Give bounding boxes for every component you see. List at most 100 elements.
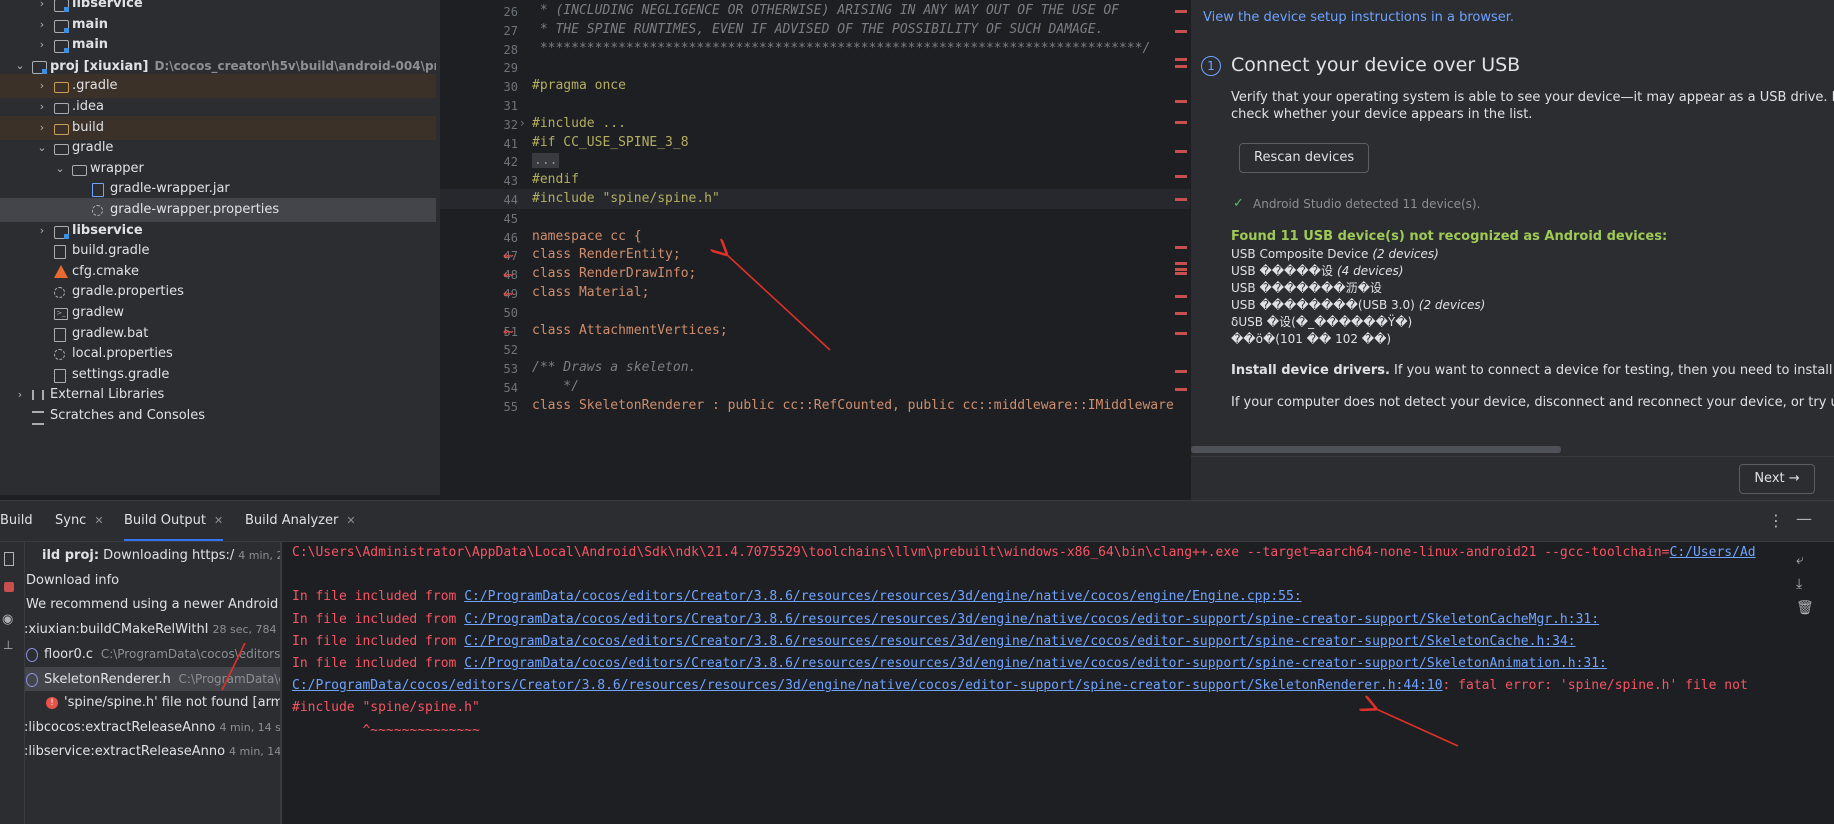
close-icon[interactable]: ✕ [346, 514, 355, 527]
more-options-icon[interactable]: ⋮ [1768, 511, 1784, 530]
minimize-icon[interactable]: — [1796, 509, 1812, 528]
error-stripe-mark[interactable] [1175, 312, 1187, 315]
pin-icon[interactable]: ⊥ [3, 638, 13, 652]
properties-file-icon [54, 349, 65, 361]
clear-trash-icon[interactable]: 🗑 [1796, 600, 1814, 616]
tree-item[interactable]: Scratches and Consoles [0, 404, 436, 428]
navigate-icon[interactable]: ⇜ [503, 287, 514, 302]
code-text: class SkeletonRenderer : public cc::RefC… [532, 397, 1174, 413]
code-editor[interactable]: 26 * (INCLUDING NEGLIGENCE OR OTHERWISE)… [440, 0, 1190, 495]
navigate-icon[interactable]: ⇜ [503, 268, 514, 283]
code-line[interactable]: class RenderDrawInfo; [532, 266, 696, 281]
horizontal-scrollbar[interactable] [1191, 446, 1561, 453]
close-icon[interactable]: ✕ [214, 514, 223, 527]
console-link[interactable]: C:/ProgramData/cocos/editors/Creator/3.8… [464, 589, 1301, 604]
module-folder-icon [32, 60, 47, 74]
error-stripe-mark[interactable] [1175, 30, 1187, 33]
error-stripe-mark[interactable] [1175, 268, 1187, 271]
build-tree-detail: C:\ProgramData\cocos\editors\ [97, 647, 280, 661]
code-line[interactable]: */ [532, 379, 579, 394]
tree-item-name: Scratches and Consoles [50, 408, 206, 423]
code-line[interactable]: class Material; [532, 285, 649, 300]
close-icon[interactable]: ✕ [94, 514, 103, 527]
build-tree-item[interactable]: :libservice:extractReleaseAnno 4 min, 14 … [0, 740, 280, 764]
error-stripe-mark[interactable] [1175, 272, 1187, 275]
stop-icon[interactable] [4, 582, 14, 592]
console-link[interactable]: C:/ProgramData/cocos/editors/Creator/3.8… [464, 656, 1607, 671]
error-stripe-mark[interactable] [1175, 198, 1187, 201]
build-tree-name: ild proj: [42, 548, 100, 563]
build-tree-duration: 28 sec, 784 ms [212, 622, 280, 636]
terminal-file-icon: >_ [54, 308, 68, 320]
build-tree-item[interactable]: :xiuxian:buildCMakeRelWithI28 sec, 784 m… [0, 618, 280, 642]
code-line[interactable]: #endif [532, 172, 579, 187]
error-stripe-mark[interactable] [1175, 295, 1187, 298]
eye-icon[interactable]: ◉ [2, 612, 13, 627]
code-line[interactable]: * (INCLUDING NEGLIGENCE OR OTHERWISE) AR… [532, 3, 1119, 18]
error-stripe-mark[interactable] [1175, 388, 1187, 391]
console-link[interactable]: C:/ProgramData/cocos/editors/Creator/3.8… [464, 612, 1599, 627]
code-line[interactable]: ****************************************… [532, 41, 1151, 56]
error-stripe-mark[interactable] [1175, 65, 1187, 68]
build-console[interactable]: C:\Users\Administrator\AppData\Local\And… [282, 542, 1780, 824]
device-count: (2 devices) [1418, 298, 1486, 312]
console-link[interactable]: C:/ProgramData/cocos/editors/Creator/3.8… [464, 634, 1575, 649]
code-text: * THE SPINE RUNTIMES, EVEN IF ADVISED OF… [532, 21, 1104, 37]
properties-file-icon [92, 205, 103, 216]
error-stripe-mark[interactable] [1175, 246, 1187, 249]
build-tree-label: :libservice:extractReleaseAnno 4 min, 14 … [24, 740, 280, 764]
error-stripe-mark[interactable] [1175, 58, 1187, 61]
error-stripe-mark[interactable] [1175, 175, 1187, 178]
code-line[interactable]: #pragma once [532, 78, 626, 93]
build-tree-item[interactable]: ild proj: Downloading https:/4 min, 20 s… [0, 544, 280, 568]
device-setup-instructions-link[interactable]: View the device setup instructions in a … [1203, 10, 1514, 25]
restart-icon[interactable] [4, 552, 14, 566]
scroll-to-end-icon[interactable]: ⤓ [1796, 576, 1802, 592]
code-line[interactable]: #include ... [532, 116, 626, 131]
error-stripe-mark[interactable] [1175, 121, 1187, 124]
error-stripe-mark[interactable] [1175, 332, 1187, 335]
console-link[interactable]: C:/ProgramData/cocos/editors/Creator/3.8… [292, 678, 1443, 693]
code-line[interactable]: class AttachmentVertices; [532, 323, 728, 338]
build-tree-item[interactable]: ! 'spine/spine.h' file not found [arm64- [0, 691, 280, 715]
code-line[interactable]: #if CC_USE_SPINE_3_8 [532, 135, 689, 150]
console-line: In file included from C:/ProgramData/coc… [292, 634, 1576, 649]
error-stripe-mark[interactable] [1175, 100, 1187, 103]
code-line[interactable]: namespace cc { [532, 229, 642, 244]
code-line[interactable]: * THE SPINE RUNTIMES, EVEN IF ADVISED OF… [532, 21, 1104, 37]
code-line[interactable]: class SkeletonRenderer : public cc::RefC… [532, 398, 1174, 413]
console-line: In file included from C:/ProgramData/coc… [292, 656, 1607, 671]
line-number: 32 [503, 117, 518, 132]
module-folder-icon [54, 225, 69, 239]
tab-build-analyzer[interactable]: Build Analyzer ✕ [245, 501, 356, 541]
soft-wrap-icon[interactable]: ⤶ [1796, 552, 1804, 568]
build-tree-item[interactable]: We recommend using a newer Android Gra [0, 593, 280, 617]
tab-sync[interactable]: Sync ✕ [55, 501, 104, 541]
tree-item-name: libservice [72, 222, 143, 238]
rescan-devices-button[interactable]: Rescan devices [1239, 143, 1370, 173]
build-tree-label: Download info [26, 569, 119, 593]
text-file-icon [54, 327, 66, 342]
code-line[interactable]: class RenderEntity; [532, 247, 681, 262]
navigate-icon[interactable]: ⇜ [503, 325, 514, 340]
code-line[interactable]: #include "spine/spine.h" [532, 191, 720, 206]
tab-build-output[interactable]: Build Output ✕ [124, 501, 224, 541]
navigate-icon[interactable]: ⇜ [503, 249, 514, 264]
build-tree-name: 'spine/spine.h' file not found [arm64- [64, 695, 280, 710]
build-tree-item[interactable]: SkeletonRenderer.h C:\ProgramData\coc [0, 666, 280, 691]
folder-icon [54, 123, 69, 135]
chevron-right-icon[interactable]: › [520, 116, 525, 130]
error-stripe-mark[interactable] [1175, 150, 1187, 153]
code-line[interactable]: /** Draws a skeleton. [532, 360, 696, 375]
build-tree-item[interactable]: :libcocos:extractReleaseAnno4 min, 14 se… [0, 716, 280, 740]
next-button[interactable]: Next → [1739, 464, 1815, 494]
build-tree-item[interactable]: Download info [0, 569, 280, 593]
error-stripe-mark[interactable] [1175, 262, 1187, 265]
build-tree-item[interactable]: floor0.c C:\ProgramData\cocos\editors\ [0, 642, 280, 666]
console-line: In file included from C:/ProgramData/coc… [292, 612, 1599, 627]
error-stripe-mark[interactable] [1175, 10, 1187, 13]
error-stripe-mark[interactable] [1175, 370, 1187, 373]
code-line[interactable]: ... [532, 153, 560, 169]
console-link[interactable]: C:/Users/Ad [1670, 545, 1756, 560]
tab-build[interactable]: Build [0, 501, 33, 541]
